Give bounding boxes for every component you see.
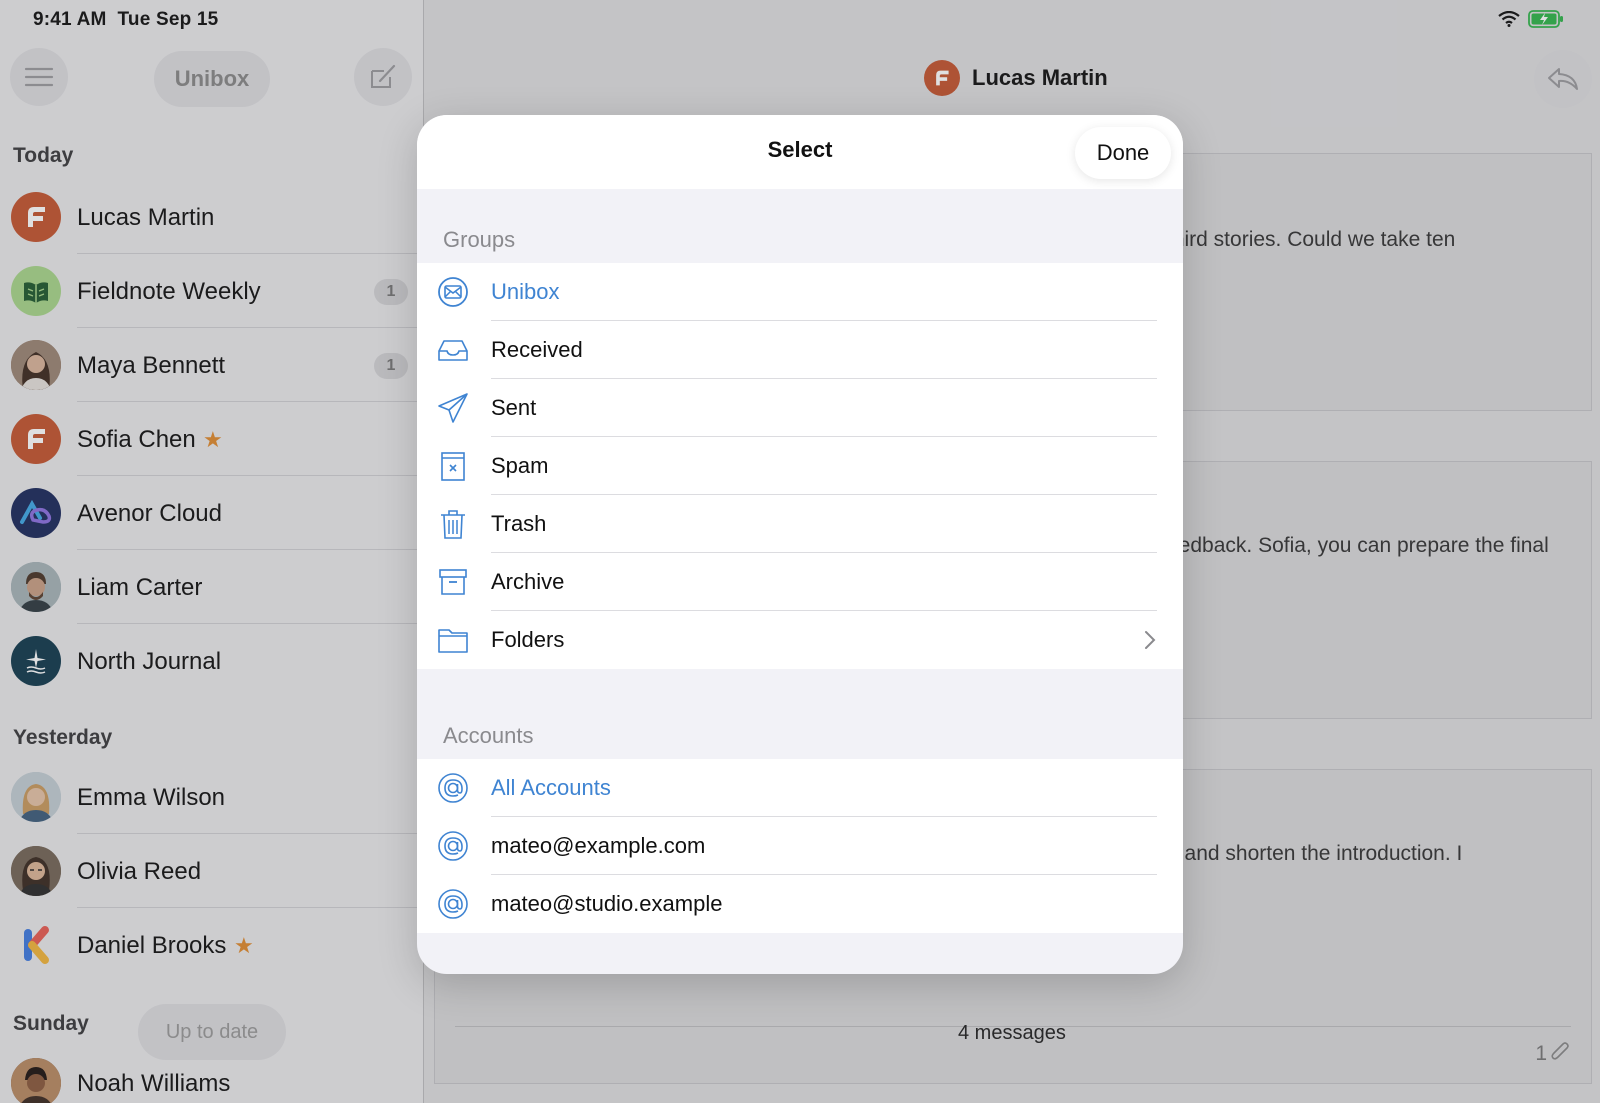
- groups-list: Unibox Received Sent Spam Trash Archive: [417, 263, 1183, 669]
- group-item-spam[interactable]: Spam: [417, 437, 1183, 495]
- group-item-sent[interactable]: Sent: [417, 379, 1183, 437]
- group-label: Folders: [491, 627, 565, 652]
- account-item[interactable]: mateo@studio.example: [417, 875, 1183, 933]
- group-label: Spam: [491, 453, 549, 478]
- unibox-icon: [438, 277, 468, 307]
- at-sign-icon: [438, 889, 468, 919]
- group-label: Received: [491, 337, 583, 362]
- group-item-trash[interactable]: Trash: [417, 495, 1183, 553]
- accounts-section-label: Accounts: [443, 723, 534, 748]
- folder-icon: [438, 629, 468, 653]
- groups-section-label: Groups: [443, 227, 516, 252]
- group-item-unibox[interactable]: Unibox: [417, 263, 1183, 321]
- group-item-received[interactable]: Received: [417, 321, 1183, 379]
- done-button[interactable]: Done: [1075, 127, 1171, 179]
- sheet-header: Select Done: [417, 115, 1183, 189]
- sheet-title: Select: [767, 137, 833, 162]
- spam-box-icon: [441, 452, 465, 481]
- group-item-folders[interactable]: Folders: [417, 611, 1183, 669]
- at-sign-icon: [438, 831, 468, 861]
- group-label: Sent: [491, 395, 537, 420]
- account-item[interactable]: mateo@example.com: [417, 817, 1183, 875]
- select-mailbox-sheet: Select Done Groups Unibox Received Sent …: [417, 115, 1183, 974]
- group-label: Trash: [491, 511, 547, 536]
- paper-plane-icon: [438, 393, 468, 423]
- account-label: mateo@example.com: [491, 833, 706, 858]
- account-label: mateo@studio.example: [491, 891, 723, 916]
- account-item-all[interactable]: All Accounts: [417, 759, 1183, 817]
- chevron-right-icon: [1145, 631, 1156, 649]
- group-item-archive[interactable]: Archive: [417, 553, 1183, 611]
- account-label: All Accounts: [491, 775, 611, 800]
- inbox-tray-icon: [438, 340, 468, 361]
- at-sign-icon: [438, 773, 468, 803]
- group-label: Archive: [491, 569, 565, 594]
- group-label: Unibox: [491, 279, 560, 304]
- archive-box-icon: [439, 569, 467, 595]
- accounts-list: All Accounts mateo@example.com mateo@stu…: [417, 759, 1183, 933]
- trash-icon: [441, 510, 465, 539]
